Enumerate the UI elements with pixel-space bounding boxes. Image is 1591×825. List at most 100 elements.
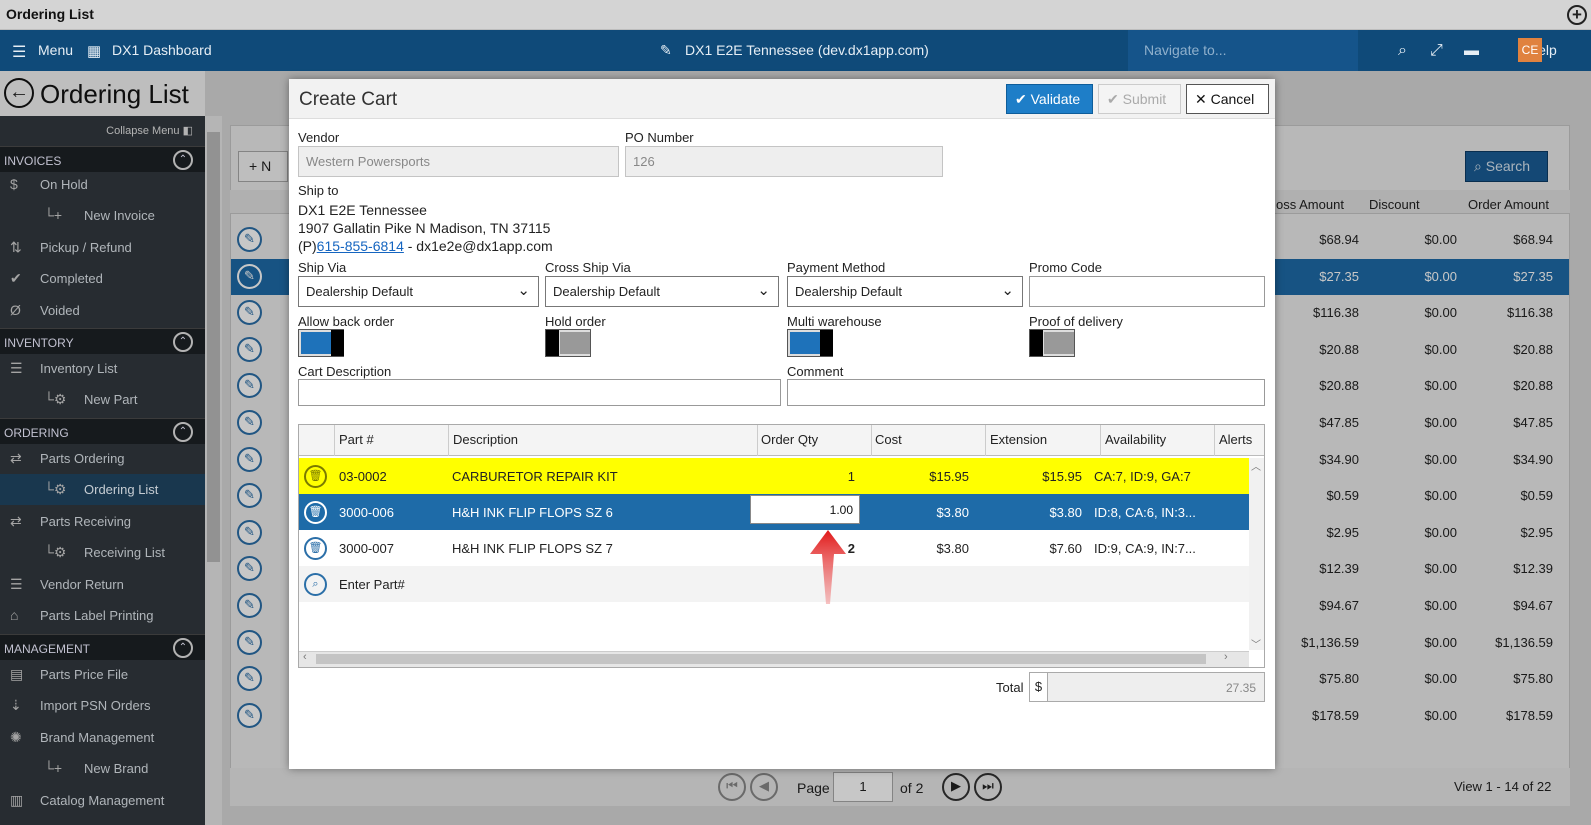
part-number: 3000-007 (339, 541, 394, 556)
cross-ship-label: Cross Ship Via (545, 260, 631, 275)
navigate-input[interactable]: Navigate to... (1128, 30, 1358, 71)
search-icon[interactable]: ⌕ (1398, 42, 1407, 60)
cart-row[interactable]: 🗑 03-0002 CARBURETOR REPAIR KIT 1 $15.95… (299, 458, 1249, 494)
check-icon: ✔ (1015, 91, 1031, 107)
availability: CA:7, ID:9, GA:7 (1094, 469, 1191, 484)
promo-code-input[interactable] (1029, 276, 1265, 307)
phone-prefix: (P) (298, 238, 317, 254)
menu-button[interactable]: Menu (38, 42, 73, 58)
scroll-up-icon[interactable]: ︿ (1251, 458, 1261, 473)
cross-ship-select[interactable]: Dealership Default ⌄ (545, 276, 779, 307)
payment-value: Dealership Default (795, 284, 902, 299)
cart-description-label: Cart Description (298, 364, 392, 379)
cross-ship-value: Dealership Default (553, 284, 660, 299)
column-header-part[interactable]: Part # (339, 432, 374, 447)
site-name: DX1 E2E Tennessee (dev.dx1app.com) (685, 42, 929, 58)
ship-to-address: 1907 Gallatin Pike N Madison, TN 37115 (298, 220, 551, 236)
proof-of-delivery-toggle[interactable] (1029, 329, 1075, 357)
window-title: Ordering List (6, 6, 94, 22)
vendor-field[interactable]: Western Powersports (298, 146, 619, 177)
total-field: $ 27.35 (1029, 672, 1265, 702)
cart-description-input[interactable] (298, 379, 781, 406)
chevron-down-icon: ⌄ (757, 282, 770, 299)
hamburger-icon[interactable]: ☰ (12, 42, 26, 62)
extension: $7.60 (1049, 541, 1082, 556)
vendor-label: Vendor (298, 130, 340, 145)
scroll-left-icon[interactable]: ‹ (303, 651, 307, 663)
grid-vertical-scrollbar[interactable] (1249, 458, 1264, 650)
availability: ID:8, CA:6, IN:3... (1094, 505, 1196, 520)
column-header-description[interactable]: Description (453, 432, 518, 447)
column-header-availability[interactable]: Availability (1105, 432, 1166, 447)
column-divider (334, 425, 335, 456)
ship-via-value: Dealership Default (306, 284, 413, 299)
validate-label: Validate (1030, 91, 1081, 107)
cost: $15.95 (929, 469, 969, 484)
close-icon: ✕ (1195, 91, 1211, 107)
extension: $15.95 (1042, 469, 1082, 484)
toggle-knob (1030, 330, 1043, 356)
validate-button[interactable]: ✔ Validate (1006, 84, 1093, 114)
search-icon[interactable]: ⌕ (304, 573, 327, 596)
cancel-button[interactable]: ✕ Cancel (1186, 84, 1269, 114)
payment-method-label: Payment Method (787, 260, 886, 275)
column-divider (985, 425, 986, 456)
window-titlebar: Ordering List + (0, 0, 1591, 30)
hold-order-label: Hold order (545, 314, 606, 329)
toggle-knob (820, 330, 833, 356)
add-icon[interactable]: + (1567, 5, 1587, 25)
cart-row-selected[interactable]: 🗑 3000-006 H&H INK FLIP FLOPS SZ 6 1.00 … (299, 494, 1249, 530)
submit-button[interactable]: ✔ Submit (1098, 84, 1181, 114)
part-description: H&H INK FLIP FLOPS SZ 7 (452, 541, 613, 556)
ship-via-select[interactable]: Dealership Default ⌄ (298, 276, 539, 307)
trash-icon[interactable]: 🗑 (304, 465, 327, 488)
column-divider (871, 425, 872, 456)
column-header-order-qty[interactable]: Order Qty (761, 432, 818, 447)
enter-part-row[interactable]: ⌕ Enter Part# (299, 566, 1249, 602)
edit-icon: ✎ (660, 42, 672, 58)
dashboard-grid-icon: ▦ (87, 43, 102, 60)
column-header-alerts[interactable]: Alerts (1219, 432, 1252, 447)
user-avatar[interactable]: CE (1518, 38, 1542, 62)
horizontal-scroll-thumb[interactable] (316, 654, 1206, 664)
total-value: 27.35 (1225, 681, 1256, 695)
part-number: 03-0002 (339, 469, 387, 484)
enter-part-input[interactable]: Enter Part# (339, 577, 405, 592)
part-description: CARBURETOR REPAIR KIT (452, 469, 618, 484)
trash-icon[interactable]: 🗑 (304, 501, 327, 524)
dashboard-link[interactable]: DX1 Dashboard (112, 42, 212, 58)
trash-icon[interactable]: 🗑 (304, 537, 327, 560)
chat-icon[interactable]: ▬ (1464, 42, 1479, 59)
part-number: 3000-006 (339, 505, 394, 520)
toggle-knob (546, 330, 559, 356)
chevron-down-icon: ⌄ (517, 282, 530, 299)
email-text: - dx1e2e@dx1app.com (403, 238, 553, 254)
multi-warehouse-toggle[interactable] (787, 329, 833, 357)
proof-of-delivery-label: Proof of delivery (1029, 314, 1123, 329)
toggle-knob (331, 330, 344, 356)
phone-link[interactable]: 615-855-6814 (317, 238, 404, 254)
po-number-field[interactable]: 126 (625, 146, 943, 177)
column-divider (757, 425, 758, 456)
column-header-cost[interactable]: Cost (875, 432, 902, 447)
check-icon: ✔ (1107, 91, 1123, 107)
payment-method-select[interactable]: Dealership Default ⌄ (787, 276, 1023, 307)
scroll-down-icon[interactable]: ﹀ (1251, 636, 1261, 651)
order-qty[interactable]: 1 (757, 469, 855, 484)
allow-back-order-toggle[interactable] (298, 329, 344, 357)
cost: $3.80 (936, 505, 969, 520)
scroll-right-icon[interactable]: › (1224, 651, 1228, 663)
column-divider (1100, 425, 1101, 456)
cart-row[interactable]: 🗑 3000-007 H&H INK FLIP FLOPS SZ 7 2 $3.… (299, 530, 1249, 566)
fullscreen-icon[interactable]: ⤢ (1430, 42, 1443, 60)
ship-to-contact: (P)615-855-6814 - dx1e2e@dx1app.com (298, 238, 553, 254)
part-description: H&H INK FLIP FLOPS SZ 6 (452, 505, 613, 520)
order-qty-editor[interactable]: 1.00 (750, 495, 860, 524)
column-header-extension[interactable]: Extension (990, 432, 1047, 447)
comment-input[interactable] (787, 379, 1265, 406)
availability: ID:9, CA:9, IN:7... (1094, 541, 1196, 556)
po-number-label: PO Number (625, 130, 694, 145)
hold-order-toggle[interactable] (545, 329, 591, 357)
toggle-fill (1044, 332, 1074, 354)
cost: $3.80 (936, 541, 969, 556)
